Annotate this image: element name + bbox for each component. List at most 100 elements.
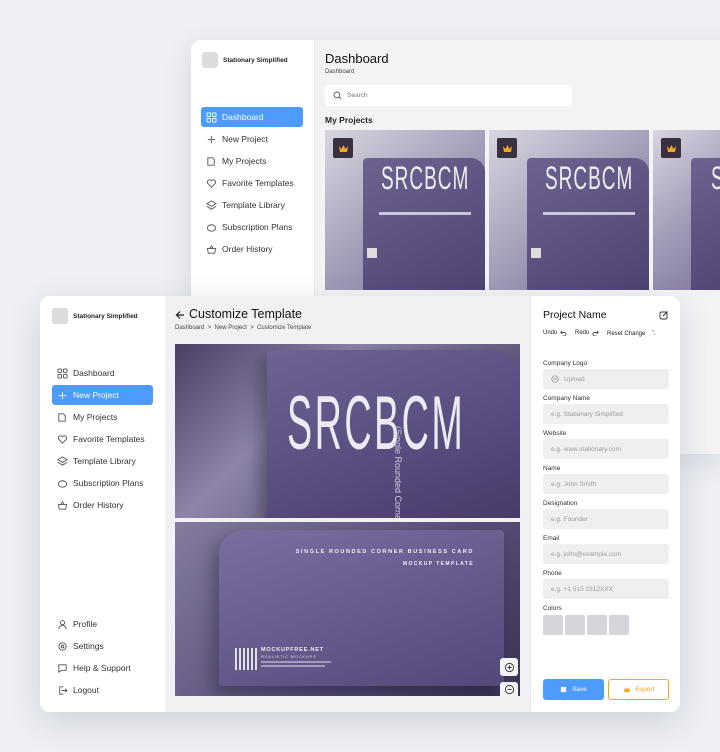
- company-name-label: Company Name: [543, 395, 590, 402]
- sidebar-item-new-project[interactable]: New Project: [52, 385, 153, 405]
- sidebar-item-help-support[interactable]: Help & Support: [52, 658, 154, 678]
- search-placeholder: Search: [347, 92, 368, 99]
- sidebar-item-template-library[interactable]: Template Library: [201, 195, 303, 215]
- email-label: Email: [543, 535, 560, 542]
- sidebar-item-label: Help & Support: [73, 663, 131, 673]
- color-swatch[interactable]: [565, 615, 585, 635]
- sidebar-item-profile[interactable]: Profile: [52, 614, 154, 634]
- card-headline-line: [379, 212, 471, 215]
- color-swatch[interactable]: [543, 615, 563, 635]
- layers-icon: [206, 199, 217, 210]
- premium-crown-icon: [333, 138, 353, 158]
- sidebar-item-order-history[interactable]: Order History: [52, 495, 154, 515]
- company-name-field[interactable]: e.g. Stationary Simplified: [543, 404, 669, 424]
- section-title: My Projects: [325, 115, 373, 125]
- sidebar-item-favorite-templates[interactable]: Favorite Templates: [201, 173, 303, 193]
- card-back-preview[interactable]: SINGLE ROUNDED CORNER BUSINESS CARD MOCK…: [175, 522, 520, 696]
- name-field[interactable]: e.g. John Smith: [543, 474, 669, 494]
- redo-icon: [592, 330, 600, 336]
- reset-icon: [652, 330, 656, 335]
- sidebar-item-dashboard[interactable]: Dashboard: [52, 363, 154, 383]
- logout-icon: [59, 685, 68, 695]
- email-field[interactable]: e.g. john@example.com: [543, 544, 669, 564]
- save-button[interactable]: Save: [543, 679, 604, 700]
- undo-label: Undo: [543, 330, 558, 336]
- sidebar-item-label: Order History: [73, 500, 124, 510]
- folder-icon: [207, 156, 215, 166]
- page-title: Dashboard: [325, 51, 389, 66]
- color-swatch[interactable]: [609, 615, 629, 635]
- sidebar-item-new-project[interactable]: New Project: [201, 129, 303, 149]
- reset-change-button[interactable]: Reset Change: [607, 330, 656, 337]
- sidebar-item-order-history[interactable]: Order History: [201, 239, 303, 259]
- sidebar-item-dashboard[interactable]: Dashboard: [201, 107, 303, 127]
- qr-code-icon: [235, 648, 257, 670]
- phone-field[interactable]: e.g. +1 515 2312XXX: [543, 579, 669, 599]
- sidebar-item-label: Settings: [73, 641, 104, 651]
- company-logo-upload[interactable]: Upload: [543, 369, 669, 389]
- brand-name: Stationary Simplified: [223, 57, 288, 64]
- plus-icon: [207, 135, 216, 143]
- redo-label: Redo: [575, 330, 590, 336]
- back-arrow-icon[interactable]: [175, 310, 185, 320]
- plus-icon: [58, 391, 67, 399]
- properties-panel: Project Name Undo Redo Reset Change Comp…: [530, 296, 680, 712]
- website-label: Website: [543, 430, 567, 437]
- gear-icon: [58, 641, 67, 651]
- sidebar-item-settings[interactable]: Settings: [52, 636, 154, 656]
- colors-label: Colors: [543, 605, 562, 612]
- sidebar-item-label: Dashboard: [222, 112, 264, 122]
- search-input[interactable]: Search: [325, 85, 572, 106]
- brand-name: Stationary Simplified: [73, 313, 138, 320]
- sidebar-item-label: Order History: [222, 244, 273, 254]
- card-logo-text: SRCBCM: [381, 162, 470, 198]
- designation-field[interactable]: e.g. Founder: [543, 509, 669, 529]
- project-name-title: Project Name: [543, 309, 607, 321]
- redo-button[interactable]: Redo: [575, 330, 600, 336]
- sidebar-item-favorite-templates[interactable]: Favorite Templates: [52, 429, 154, 449]
- edit-icon[interactable]: [659, 310, 669, 320]
- color-swatch[interactable]: [587, 615, 607, 635]
- brand-logo: [52, 308, 68, 324]
- breadcrumb[interactable]: Dashboard: [325, 69, 354, 75]
- breadcrumb-separator: >: [248, 325, 256, 331]
- zoom-out-button[interactable]: [500, 682, 518, 696]
- card-vertical-text: (Single Rounded Corner, Business Card): [393, 426, 403, 518]
- undo-button[interactable]: Undo: [543, 330, 567, 336]
- save-icon: [560, 686, 567, 693]
- sidebar-item-label: My Projects: [73, 412, 118, 422]
- save-label: Save: [572, 686, 587, 693]
- export-button[interactable]: Export: [608, 679, 669, 700]
- basket-icon: [57, 500, 68, 510]
- crown-icon: [623, 686, 630, 693]
- zoom-in-icon: [504, 662, 514, 672]
- project-thumbnail[interactable]: SRCBCM: [489, 130, 649, 290]
- designation-label: Designation: [543, 500, 578, 507]
- sidebar-item-label: Template Library: [222, 200, 285, 210]
- zoom-in-button[interactable]: [500, 658, 518, 676]
- heart-icon: [57, 434, 68, 444]
- sidebar-item-logout[interactable]: Logout: [52, 680, 154, 700]
- sidebar-item-subscription-plans[interactable]: Subscription Plans: [52, 473, 154, 493]
- sidebar-item-label: Dashboard: [73, 368, 115, 378]
- basket-icon: [206, 244, 217, 254]
- chat-icon: [58, 663, 67, 673]
- card-fineprint: [261, 661, 331, 663]
- breadcrumb-item-new-project[interactable]: New Project: [215, 325, 247, 331]
- card-front-preview[interactable]: SRCBCM (Single Rounded Corner, Business …: [175, 344, 520, 518]
- sidebar-item-label: Subscription Plans: [73, 478, 144, 488]
- undo-icon: [560, 330, 567, 336]
- project-thumbnail[interactable]: SRCBCM: [325, 130, 485, 290]
- website-field[interactable]: e.g. www.stationary.com: [543, 439, 669, 459]
- sidebar-item-my-projects[interactable]: My Projects: [52, 407, 154, 427]
- card-site-sub: REALISTIC MOCKUPS: [261, 654, 317, 659]
- sidebar-item-label: New Project: [73, 390, 119, 400]
- project-thumbnail[interactable]: SRCBCM: [653, 130, 720, 290]
- sidebar-item-subscription-plans[interactable]: Subscription Plans: [201, 217, 303, 237]
- search-icon: [333, 91, 342, 100]
- sidebar-item-my-projects[interactable]: My Projects: [201, 151, 303, 171]
- customize-window: Stationary Simplified Dashboard New Proj…: [40, 296, 680, 712]
- breadcrumb-item-dashboard[interactable]: Dashboard: [175, 325, 204, 331]
- sidebar-item-template-library[interactable]: Template Library: [52, 451, 154, 471]
- sidebar-item-label: Favorite Templates: [73, 434, 145, 444]
